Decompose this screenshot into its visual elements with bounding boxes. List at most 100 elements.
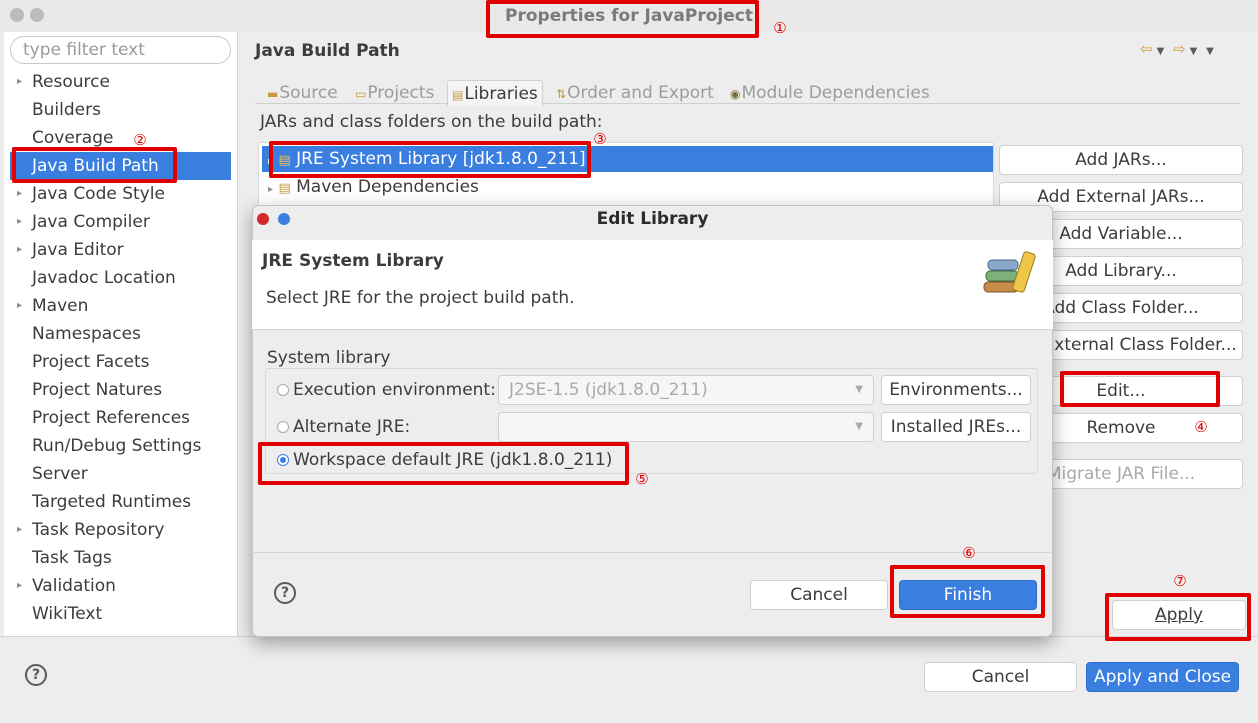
expand-arrow-icon[interactable]: ▸ — [17, 180, 22, 208]
annotation-box-edit — [1060, 371, 1220, 407]
back-menu-icon[interactable]: ▼ — [1157, 46, 1165, 57]
tree-item-label: Project Facets — [32, 352, 150, 372]
tree-item-label: Maven — [32, 296, 89, 316]
exec-env-label: Execution environment: — [293, 380, 496, 400]
tree-item-label: Coverage — [32, 128, 114, 148]
tree-item-builders[interactable]: Builders — [4, 96, 232, 124]
dialog-divider — [252, 552, 1053, 553]
expand-arrow-icon[interactable]: ▸ — [17, 68, 22, 96]
annotation-number: ③ — [593, 130, 607, 148]
tree-item-maven[interactable]: ▸ Maven — [4, 292, 232, 320]
tree-item-label: Server — [32, 464, 88, 484]
cancel-button[interactable]: Cancel — [924, 662, 1077, 692]
annotation-number: ② — [133, 131, 147, 149]
tree-item-label: Task Repository — [32, 520, 165, 540]
tree-item-namespaces[interactable]: Namespaces — [4, 320, 232, 348]
annotation-box-title — [486, 0, 759, 38]
tab-projects[interactable]: ▭Projects — [351, 80, 438, 106]
tree-item-task-tags[interactable]: Task Tags — [4, 544, 232, 572]
apply-and-close-button[interactable]: Apply and Close — [1086, 662, 1239, 692]
annotation-number: ① — [773, 19, 787, 37]
tree-item-label: Java Editor — [32, 240, 124, 260]
source-folder-icon: ▬ — [267, 87, 279, 101]
page-title: Java Build Path — [255, 41, 400, 61]
tab-order-and-export[interactable]: ⇅Order and Export — [552, 80, 718, 106]
dialog-heading: JRE System Library — [262, 251, 444, 271]
annotation-box-apply — [1105, 593, 1251, 641]
tab-source[interactable]: ▬Source — [263, 80, 342, 106]
annotation-number: ⑤ — [635, 470, 649, 488]
tree-item-task-repository[interactable]: ▸ Task Repository — [4, 516, 232, 544]
chevron-down-icon: ▼ — [855, 421, 863, 432]
tab-module-dependencies[interactable]: ◉Module Dependencies — [726, 80, 934, 106]
installed-jres-button[interactable]: Installed JREs... — [881, 412, 1031, 442]
expand-arrow-icon[interactable]: ▸ — [17, 208, 22, 236]
expand-arrow-icon[interactable]: ▸ — [17, 572, 22, 600]
annotation-number: ④ — [1194, 418, 1208, 436]
tree-item-targeted-runtimes[interactable]: Targeted Runtimes — [4, 488, 232, 516]
tree-item-javadoc-location[interactable]: Javadoc Location — [4, 264, 232, 292]
tree-item-label: Targeted Runtimes — [32, 492, 192, 512]
projects-icon: ▭ — [355, 87, 367, 101]
tree-item-label: Project References — [32, 408, 191, 428]
environments-button[interactable]: Environments... — [881, 375, 1031, 405]
annotation-number: ⑦ — [1173, 572, 1187, 590]
annotation-box-java-build-path — [12, 147, 177, 183]
tree-item-java-compiler[interactable]: ▸ Java Compiler — [4, 208, 232, 236]
forward-menu-icon[interactable]: ▼ — [1190, 46, 1198, 57]
tree-item-label: Java Compiler — [32, 212, 150, 232]
chevron-down-icon: ▼ — [855, 384, 863, 395]
tree-item-label: Validation — [32, 576, 116, 596]
view-menu-icon[interactable]: ▼ — [1206, 46, 1214, 57]
tree-item-wikitext[interactable]: WikiText — [4, 600, 232, 628]
tree-item-label: Run/Debug Settings — [32, 436, 202, 456]
order-export-icon: ⇅ — [556, 87, 567, 101]
annotation-box-finish — [890, 565, 1045, 618]
tree-item-label: WikiText — [32, 604, 103, 624]
dialog-description: Select JRE for the project build path. — [266, 288, 575, 308]
annotation-box-jre-library — [269, 141, 591, 178]
tree-item-resource[interactable]: ▸ Resource — [4, 68, 232, 96]
annotation-box-workspace-jre — [258, 442, 629, 485]
expand-arrow-icon[interactable]: ▸ — [268, 184, 273, 195]
system-library-group-title: System library — [267, 348, 395, 368]
tree-item-java-editor[interactable]: ▸ Java Editor — [4, 236, 232, 264]
tree-item-validation[interactable]: ▸ Validation — [4, 572, 232, 600]
annotation-number: ⑥ — [962, 544, 976, 562]
help-icon[interactable]: ? — [25, 664, 47, 686]
tree-item-label: Project Natures — [32, 380, 163, 400]
exec-env-radio[interactable] — [277, 384, 289, 396]
tree-item-label: Builders — [32, 100, 101, 120]
books-icon — [978, 244, 1042, 300]
tree-item-project-facets[interactable]: Project Facets — [4, 348, 232, 376]
libraries-icon: ▤ — [452, 88, 464, 102]
filter-input[interactable]: type filter text — [10, 36, 231, 64]
tree-item-project-references[interactable]: Project References — [4, 404, 232, 432]
tree-item-label: Resource — [32, 72, 110, 92]
tree-item-java-code-style[interactable]: ▸ Java Code Style — [4, 180, 232, 208]
back-arrow-icon[interactable]: ⇦ — [1140, 40, 1153, 58]
history-nav: ⇦ ▼ ⇨ ▼ ▼ — [1140, 40, 1218, 58]
alternate-jre-label: Alternate JRE: — [293, 417, 411, 437]
tree-item-server[interactable]: Server — [4, 460, 232, 488]
tree-item-label: Namespaces — [32, 324, 141, 344]
dialog-help-icon[interactable]: ? — [274, 582, 296, 604]
tree-item-project-natures[interactable]: Project Natures — [4, 376, 232, 404]
expand-arrow-icon[interactable]: ▸ — [17, 292, 22, 320]
tree-item-label: Javadoc Location — [32, 268, 176, 288]
forward-arrow-icon[interactable]: ⇨ — [1173, 40, 1186, 58]
expand-arrow-icon[interactable]: ▸ — [17, 516, 22, 544]
alternate-jre-radio[interactable] — [277, 421, 289, 433]
alternate-jre-combo[interactable]: ▼ — [498, 412, 874, 442]
add-jars-button[interactable]: Add JARs... — [999, 145, 1243, 175]
expand-arrow-icon[interactable]: ▸ — [17, 236, 22, 264]
build-path-list-label: JARs and class folders on the build path… — [260, 112, 603, 132]
tab-libraries[interactable]: ▤Libraries — [447, 80, 543, 106]
exec-env-combo[interactable]: J2SE-1.5 (jdk1.8.0_211) ▼ — [498, 375, 874, 405]
tree-item-label: Task Tags — [32, 548, 112, 568]
library-icon: ▤ — [278, 181, 291, 196]
dialog-title: Edit Library — [596, 209, 709, 229]
tree-item-label: Java Code Style — [32, 184, 165, 204]
dialog-cancel-button[interactable]: Cancel — [750, 580, 888, 610]
tree-item-run-debug-settings[interactable]: Run/Debug Settings — [4, 432, 232, 460]
